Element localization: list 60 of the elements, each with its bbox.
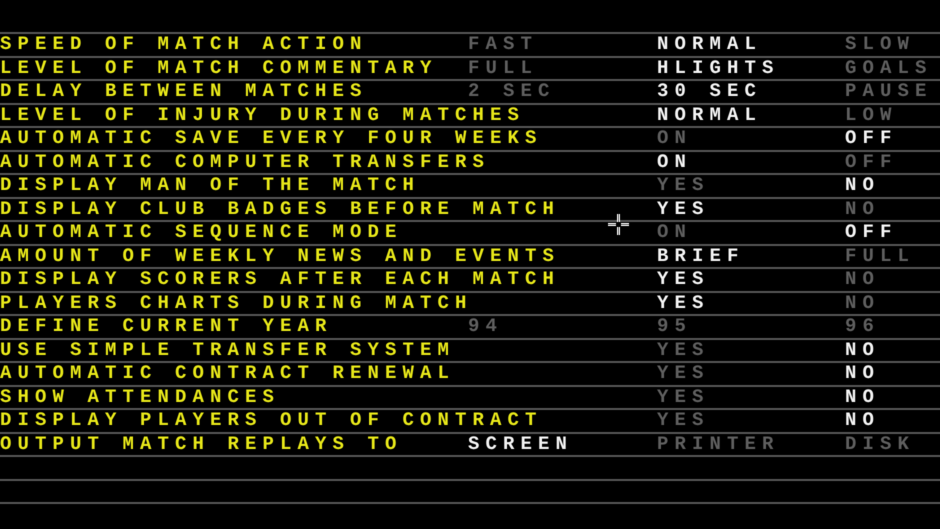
option-choice[interactable]: HLIGHTS xyxy=(657,58,780,78)
option-choice[interactable]: NORMAL xyxy=(657,106,762,125)
option-choice[interactable]: 30 SEC xyxy=(657,82,762,102)
option-choice[interactable]: FAST xyxy=(468,35,538,54)
option-choice[interactable]: BRIEF xyxy=(657,246,745,266)
setting-label: PLAYERS CHARTS DURING MATCH xyxy=(0,294,473,313)
option-choice[interactable]: NO xyxy=(845,200,880,219)
option-choice[interactable]: NO xyxy=(845,270,880,290)
option-choice[interactable]: SCREEN xyxy=(468,434,574,454)
setting-label: DISPLAY SCORERS AFTER EACH MATCH xyxy=(0,270,560,290)
option-choice[interactable]: NO xyxy=(845,294,880,313)
setting-label: SPEED OF MATCH ACTION xyxy=(0,35,368,54)
option-choice[interactable]: 94 xyxy=(468,317,504,336)
option-choice[interactable]: YES xyxy=(657,200,710,219)
option-choice[interactable]: PRINTER xyxy=(657,434,780,454)
option-choice[interactable]: ON xyxy=(657,152,692,172)
option-choice[interactable]: 95 xyxy=(657,317,692,336)
setting-label: USE SIMPLE TRANSFER SYSTEM xyxy=(0,340,456,360)
option-choice[interactable]: YES xyxy=(657,270,710,290)
setting-label: DISPLAY PLAYERS OUT OF CONTRACT xyxy=(0,411,543,430)
setting-label: AUTOMATIC SAVE EVERY FOUR WEEKS xyxy=(0,129,543,148)
option-choice[interactable]: NO xyxy=(845,411,880,430)
setting-label: DELAY BETWEEN MATCHES xyxy=(0,82,368,102)
option-choice[interactable]: OFF xyxy=(845,129,898,148)
option-choice[interactable]: NO xyxy=(845,388,880,407)
setting-label: OUTPUT MATCH REPLAYS TO xyxy=(0,434,403,454)
option-choice[interactable]: GOALS xyxy=(845,58,933,78)
setting-label: LEVEL OF MATCH COMMENTARY xyxy=(0,58,438,78)
option-choice[interactable]: NO xyxy=(845,364,880,384)
option-choice[interactable]: OFF xyxy=(845,223,898,242)
option-choice[interactable]: YES xyxy=(657,364,710,384)
option-choice[interactable]: LOW xyxy=(845,106,898,125)
option-choice[interactable]: YES xyxy=(657,294,710,313)
setting-label: DISPLAY CLUB BADGES BEFORE MATCH xyxy=(0,200,560,219)
option-choice[interactable]: NO xyxy=(845,340,880,360)
setting-label: DEFINE CURRENT YEAR xyxy=(0,317,333,336)
option-choice[interactable]: OFF xyxy=(845,152,898,172)
setting-label: LEVEL OF INJURY DURING MATCHES xyxy=(0,106,526,125)
option-choice[interactable]: FULL xyxy=(845,246,916,266)
setting-label: DISPLAY MAN OF THE MATCH xyxy=(0,176,420,196)
option-choice[interactable]: 96 xyxy=(845,317,880,336)
option-choice[interactable]: 2 SEC xyxy=(468,82,556,102)
crosshair-icon xyxy=(608,214,629,235)
option-choice[interactable]: SLOW xyxy=(845,35,916,54)
option-choice[interactable]: ON xyxy=(657,129,692,148)
setting-label: AUTOMATIC COMPUTER TRANSFERS xyxy=(0,152,490,172)
option-choice[interactable]: YES xyxy=(657,388,710,407)
setting-label: AMOUNT OF WEEKLY NEWS AND EVENTS xyxy=(0,246,560,266)
option-choice[interactable]: YES xyxy=(657,176,710,196)
option-choice[interactable]: YES xyxy=(657,411,710,430)
option-choice[interactable]: ON xyxy=(657,223,692,242)
option-choice[interactable]: DISK xyxy=(845,434,916,454)
option-choice[interactable]: YES xyxy=(657,340,710,360)
option-choice[interactable]: NORMAL xyxy=(657,35,762,54)
setting-label: AUTOMATIC CONTRACT RENEWAL xyxy=(0,364,456,384)
setting-label: SHOW ATTENDANCES xyxy=(0,388,280,407)
option-choice[interactable]: FULL xyxy=(468,58,538,78)
setting-label: AUTOMATIC SEQUENCE MODE xyxy=(0,223,403,242)
option-choice[interactable]: PAUSE xyxy=(845,82,933,102)
option-choice[interactable]: NO xyxy=(845,176,880,196)
